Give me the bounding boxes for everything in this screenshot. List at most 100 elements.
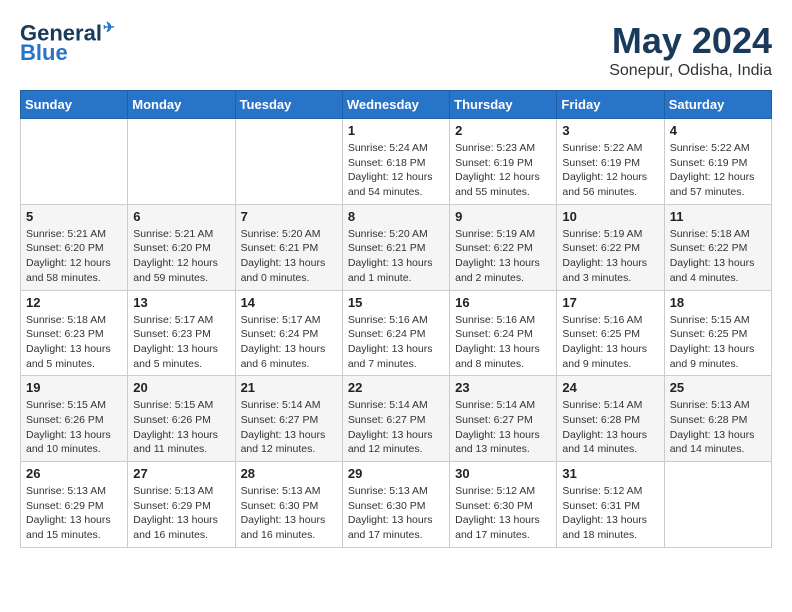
calendar-week-5: 26 Sunrise: 5:13 AM Sunset: 6:29 PM Dayli… <box>21 462 772 548</box>
month-title: May 2024 <box>609 20 772 62</box>
calendar-cell: 29Sunrise: 5:13 AM Sunset: 6:30 PM Dayli… <box>342 462 449 548</box>
day-info: Sunrise: 5:20 AM Sunset: 6:21 PM Dayligh… <box>241 227 337 286</box>
calendar-week-3: 12 Sunrise: 5:18 AM Sunset: 6:23 PM Dayli… <box>21 290 772 376</box>
day-info: Sunrise: 5:13 AM Sunset: 6:29 PM Dayligh… <box>133 484 229 543</box>
calendar-week-4: 19Sunrise: 5:15 AM Sunset: 6:26 PM Dayli… <box>21 376 772 462</box>
day-info: Sunrise: 5:16 AM Sunset: 6:24 PM Dayligh… <box>348 313 444 372</box>
day-info: Sunrise: 5:22 AM Sunset: 6:19 PM Dayligh… <box>562 141 658 200</box>
day-number: 4 <box>670 123 766 138</box>
calendar-cell: 1 Sunrise: 5:24 AM Sunset: 6:18 PM Daylig… <box>342 119 449 205</box>
calendar-cell: 15 Sunrise: 5:16 AM Sunset: 6:24 PM Dayli… <box>342 290 449 376</box>
calendar-cell: 25Sunrise: 5:13 AM Sunset: 6:28 PM Dayli… <box>664 376 771 462</box>
calendar-cell: 7 Sunrise: 5:20 AM Sunset: 6:21 PM Daylig… <box>235 204 342 290</box>
day-number: 21 <box>241 380 337 395</box>
day-number: 11 <box>670 209 766 224</box>
day-number: 23 <box>455 380 551 395</box>
day-number: 28 <box>241 466 337 481</box>
calendar-cell: 13 Sunrise: 5:17 AM Sunset: 6:23 PM Dayli… <box>128 290 235 376</box>
day-info: Sunrise: 5:19 AM Sunset: 6:22 PM Dayligh… <box>562 227 658 286</box>
day-info: Sunrise: 5:24 AM Sunset: 6:18 PM Dayligh… <box>348 141 444 200</box>
day-info: Sunrise: 5:18 AM Sunset: 6:22 PM Dayligh… <box>670 227 766 286</box>
calendar-cell: 24 Sunrise: 5:14 AM Sunset: 6:28 PM Dayli… <box>557 376 664 462</box>
day-number: 2 <box>455 123 551 138</box>
title-block: May 2024 Sonepur, Odisha, India <box>609 20 772 80</box>
weekday-header-tuesday: Tuesday <box>235 91 342 119</box>
day-number: 30 <box>455 466 551 481</box>
weekday-header-monday: Monday <box>128 91 235 119</box>
day-number: 5 <box>26 209 122 224</box>
calendar-table: SundayMondayTuesdayWednesdayThursdayFrid… <box>20 90 772 548</box>
calendar-cell: 30Sunrise: 5:12 AM Sunset: 6:30 PM Dayli… <box>450 462 557 548</box>
calendar-cell: 2 Sunrise: 5:23 AM Sunset: 6:19 PM Daylig… <box>450 119 557 205</box>
day-number: 16 <box>455 295 551 310</box>
day-number: 17 <box>562 295 658 310</box>
day-number: 9 <box>455 209 551 224</box>
calendar-cell: 17 Sunrise: 5:16 AM Sunset: 6:25 PM Dayli… <box>557 290 664 376</box>
page-header: General✈ Blue May 2024 Sonepur, Odisha, … <box>20 20 772 80</box>
calendar-cell: 11 Sunrise: 5:18 AM Sunset: 6:22 PM Dayli… <box>664 204 771 290</box>
day-number: 26 <box>26 466 122 481</box>
day-info: Sunrise: 5:19 AM Sunset: 6:22 PM Dayligh… <box>455 227 551 286</box>
weekday-header-saturday: Saturday <box>664 91 771 119</box>
calendar-cell: 20Sunrise: 5:15 AM Sunset: 6:26 PM Dayli… <box>128 376 235 462</box>
day-info: Sunrise: 5:23 AM Sunset: 6:19 PM Dayligh… <box>455 141 551 200</box>
calendar-cell: 18Sunrise: 5:15 AM Sunset: 6:25 PM Dayli… <box>664 290 771 376</box>
day-number: 20 <box>133 380 229 395</box>
day-number: 1 <box>348 123 444 138</box>
day-info: Sunrise: 5:13 AM Sunset: 6:30 PM Dayligh… <box>241 484 337 543</box>
day-number: 18 <box>670 295 766 310</box>
day-info: Sunrise: 5:20 AM Sunset: 6:21 PM Dayligh… <box>348 227 444 286</box>
calendar-cell: 3 Sunrise: 5:22 AM Sunset: 6:19 PM Daylig… <box>557 119 664 205</box>
day-number: 15 <box>348 295 444 310</box>
calendar-cell: 21Sunrise: 5:14 AM Sunset: 6:27 PM Dayli… <box>235 376 342 462</box>
day-info: Sunrise: 5:22 AM Sunset: 6:19 PM Dayligh… <box>670 141 766 200</box>
day-number: 7 <box>241 209 337 224</box>
calendar-cell <box>664 462 771 548</box>
day-number: 14 <box>241 295 337 310</box>
day-number: 12 <box>26 295 122 310</box>
day-number: 19 <box>26 380 122 395</box>
calendar-cell: 16 Sunrise: 5:16 AM Sunset: 6:24 PM Dayli… <box>450 290 557 376</box>
day-info: Sunrise: 5:21 AM Sunset: 6:20 PM Dayligh… <box>26 227 122 286</box>
day-number: 22 <box>348 380 444 395</box>
calendar-cell: 19Sunrise: 5:15 AM Sunset: 6:26 PM Dayli… <box>21 376 128 462</box>
calendar-week-1: 1 Sunrise: 5:24 AM Sunset: 6:18 PM Daylig… <box>21 119 772 205</box>
day-info: Sunrise: 5:21 AM Sunset: 6:20 PM Dayligh… <box>133 227 229 286</box>
day-number: 3 <box>562 123 658 138</box>
day-number: 8 <box>348 209 444 224</box>
calendar-body: 1 Sunrise: 5:24 AM Sunset: 6:18 PM Daylig… <box>21 119 772 548</box>
day-info: Sunrise: 5:16 AM Sunset: 6:24 PM Dayligh… <box>455 313 551 372</box>
calendar-cell <box>128 119 235 205</box>
day-number: 10 <box>562 209 658 224</box>
day-info: Sunrise: 5:14 AM Sunset: 6:28 PM Dayligh… <box>562 398 658 457</box>
calendar-cell: 12 Sunrise: 5:18 AM Sunset: 6:23 PM Dayli… <box>21 290 128 376</box>
calendar-cell: 8 Sunrise: 5:20 AM Sunset: 6:21 PM Daylig… <box>342 204 449 290</box>
calendar-cell: 14Sunrise: 5:17 AM Sunset: 6:24 PM Dayli… <box>235 290 342 376</box>
calendar-cell: 6 Sunrise: 5:21 AM Sunset: 6:20 PM Daylig… <box>128 204 235 290</box>
calendar-cell: 28 Sunrise: 5:13 AM Sunset: 6:30 PM Dayli… <box>235 462 342 548</box>
weekday-header-wednesday: Wednesday <box>342 91 449 119</box>
calendar-cell: 10 Sunrise: 5:19 AM Sunset: 6:22 PM Dayli… <box>557 204 664 290</box>
weekday-header-thursday: Thursday <box>450 91 557 119</box>
calendar-cell: 9 Sunrise: 5:19 AM Sunset: 6:22 PM Daylig… <box>450 204 557 290</box>
calendar-cell: 22 Sunrise: 5:14 AM Sunset: 6:27 PM Dayli… <box>342 376 449 462</box>
weekday-header-sunday: Sunday <box>21 91 128 119</box>
day-number: 6 <box>133 209 229 224</box>
day-info: Sunrise: 5:17 AM Sunset: 6:23 PM Dayligh… <box>133 313 229 372</box>
calendar-cell <box>21 119 128 205</box>
calendar-cell: 4 Sunrise: 5:22 AM Sunset: 6:19 PM Daylig… <box>664 119 771 205</box>
logo-blue: Blue <box>20 40 68 66</box>
day-number: 27 <box>133 466 229 481</box>
day-info: Sunrise: 5:14 AM Sunset: 6:27 PM Dayligh… <box>348 398 444 457</box>
day-info: Sunrise: 5:12 AM Sunset: 6:31 PM Dayligh… <box>562 484 658 543</box>
logo: General✈ Blue <box>20 20 115 66</box>
day-info: Sunrise: 5:18 AM Sunset: 6:23 PM Dayligh… <box>26 313 122 372</box>
calendar-cell: 26Sunrise: 5:13 AM Sunset: 6:29 PM Dayli… <box>21 462 128 548</box>
weekday-row: SundayMondayTuesdayWednesdayThursdayFrid… <box>21 91 772 119</box>
weekday-header-friday: Friday <box>557 91 664 119</box>
calendar-header: SundayMondayTuesdayWednesdayThursdayFrid… <box>21 91 772 119</box>
day-number: 29 <box>348 466 444 481</box>
day-number: 13 <box>133 295 229 310</box>
day-info: Sunrise: 5:16 AM Sunset: 6:25 PM Dayligh… <box>562 313 658 372</box>
day-number: 24 <box>562 380 658 395</box>
